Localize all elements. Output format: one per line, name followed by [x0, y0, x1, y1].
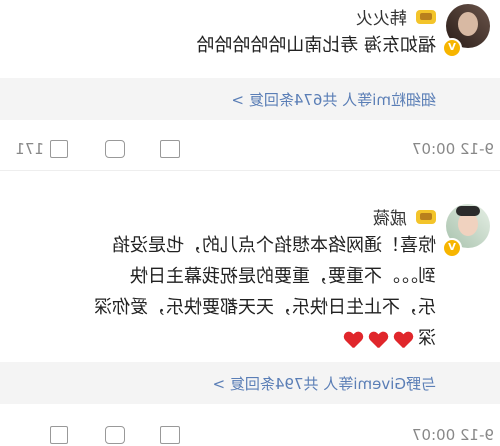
timestamp: 9-12 00:07 — [411, 140, 494, 158]
comment-item: V 韩火火 福如东海 寿比南山哈哈哈哈哈 细细粒mi等人 共674条回复 > 9… — [0, 0, 500, 171]
comment-icon[interactable] — [105, 426, 125, 444]
reply-summary[interactable]: 细细粒mi等人 共674条回复 > — [0, 78, 500, 120]
username[interactable]: 戚薇 — [373, 209, 407, 229]
crown-icon — [416, 9, 436, 24]
username[interactable]: 韩火火 — [356, 9, 407, 29]
like-count: 171 — [15, 140, 44, 158]
comment-text-line: 惊喜！通网络本想掐个点儿的，也是没掐 — [112, 235, 436, 256]
comment-text: 福如东海 寿比南山哈哈哈哈哈 — [196, 35, 436, 56]
crown-icon — [416, 209, 436, 224]
comment-header: 戚薇 — [373, 204, 436, 229]
heart-icon — [395, 332, 413, 348]
heart-icon — [345, 332, 363, 348]
comment-item: V 戚薇 惊喜！通网络本想掐个点儿的，也是没掐 到。。。不重要，重要的是祝我幕主… — [0, 186, 500, 446]
comment-actions: 9-12 00:07 — [0, 412, 500, 446]
heart-icon — [370, 332, 388, 348]
comment-text-line: 到。。。不重要，重要的是祝我幕主日快 — [130, 266, 436, 287]
reply-summary[interactable]: 与野Givemi等人 共794条回复 > — [0, 362, 500, 404]
verified-badge-icon: V — [442, 238, 462, 258]
comment-header: 韩火火 — [356, 4, 436, 29]
like-icon[interactable] — [50, 140, 68, 158]
reply-summary-text[interactable]: 与野Givemi等人 共794条回复 > — [213, 373, 436, 394]
verified-badge-icon: V — [442, 38, 462, 58]
comment-text: 惊喜！通网络本想掐个点儿的，也是没掐 到。。。不重要，重要的是祝我幕主日快 乐，… — [94, 230, 436, 354]
comment-feed: V 韩火火 福如东海 寿比南山哈哈哈哈哈 细细粒mi等人 共674条回复 > 9… — [0, 0, 500, 446]
like-icon[interactable] — [50, 426, 68, 444]
repost-icon[interactable] — [160, 140, 180, 158]
comment-text-line: 乐，不止生日快乐，天天都要快乐，爱你深 — [94, 297, 436, 318]
comment-text-line: 深 — [418, 328, 436, 349]
repost-icon[interactable] — [160, 426, 180, 444]
comment-icon[interactable] — [105, 140, 125, 158]
reply-summary-text[interactable]: 细细粒mi等人 共674条回复 > — [231, 89, 436, 110]
comment-text-last-line: 深 — [94, 323, 436, 354]
comment-actions: 9-12 00:07 171 — [0, 126, 500, 171]
timestamp: 9-12 00:07 — [411, 426, 494, 444]
